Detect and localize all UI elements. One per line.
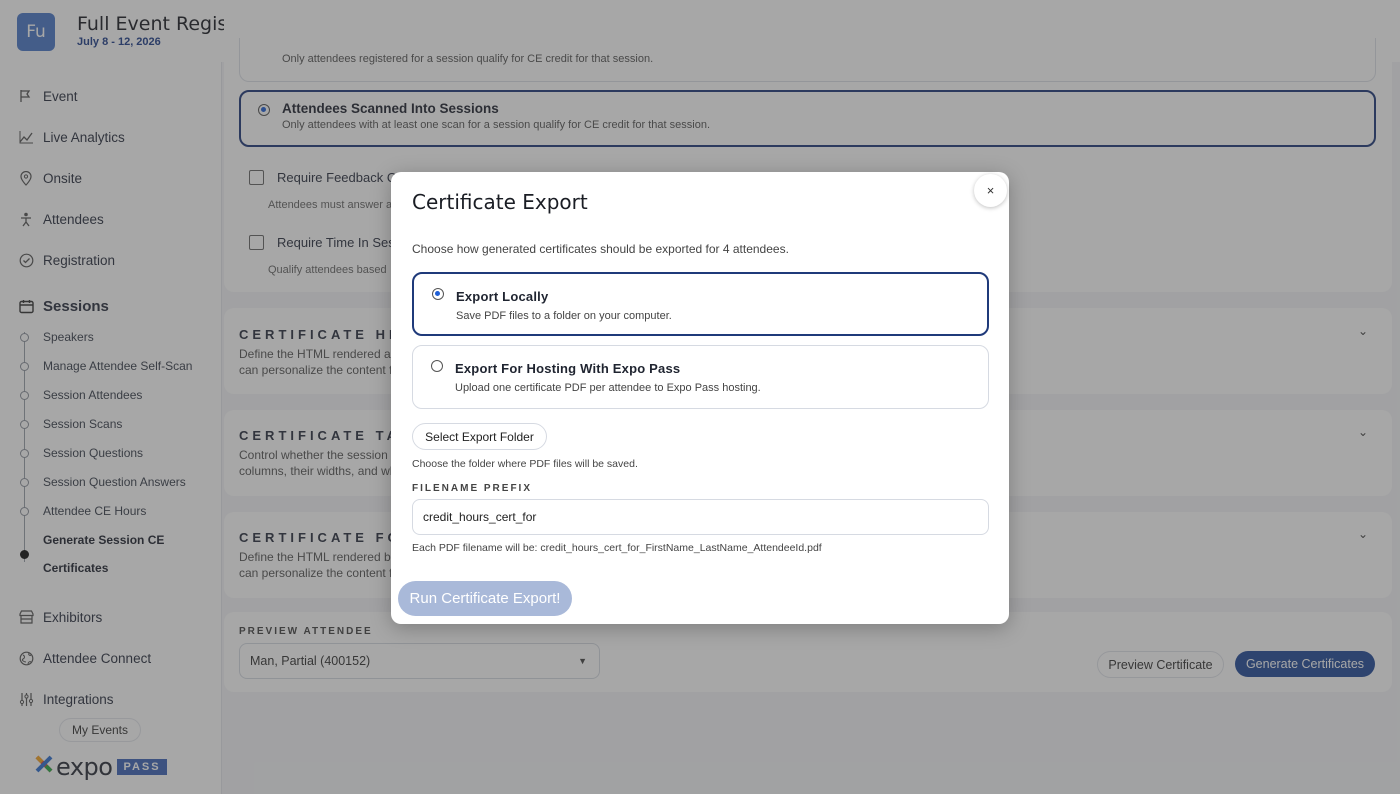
export-locally-title: Export Locally	[456, 289, 549, 304]
export-locally-option[interactable]: Export Locally Save PDF files to a folde…	[412, 272, 989, 336]
folder-hint: Choose the folder where PDF files will b…	[412, 458, 638, 470]
modal-title: Certificate Export	[412, 190, 588, 214]
export-hosting-radio[interactable]	[431, 360, 443, 372]
export-locally-desc: Save PDF files to a folder on your compu…	[456, 310, 672, 322]
filename-prefix-input[interactable]	[412, 499, 989, 535]
filename-prefix-label: FILENAME PREFIX	[412, 483, 533, 494]
filename-note: Each PDF filename will be: credit_hours_…	[412, 542, 822, 554]
run-certificate-export-button[interactable]: Run Certificate Export!	[398, 581, 572, 616]
certificate-export-modal: × Certificate Export Choose how generate…	[391, 172, 1009, 624]
select-export-folder-button[interactable]: Select Export Folder	[412, 423, 547, 450]
export-hosting-desc: Upload one certificate PDF per attendee …	[455, 382, 761, 394]
export-hosting-title: Export For Hosting With Expo Pass	[455, 361, 681, 376]
export-hosting-option[interactable]: Export For Hosting With Expo Pass Upload…	[412, 345, 989, 409]
close-icon[interactable]: ×	[974, 174, 1007, 207]
modal-intro: Choose how generated certificates should…	[412, 242, 789, 256]
export-locally-radio[interactable]	[432, 288, 444, 300]
